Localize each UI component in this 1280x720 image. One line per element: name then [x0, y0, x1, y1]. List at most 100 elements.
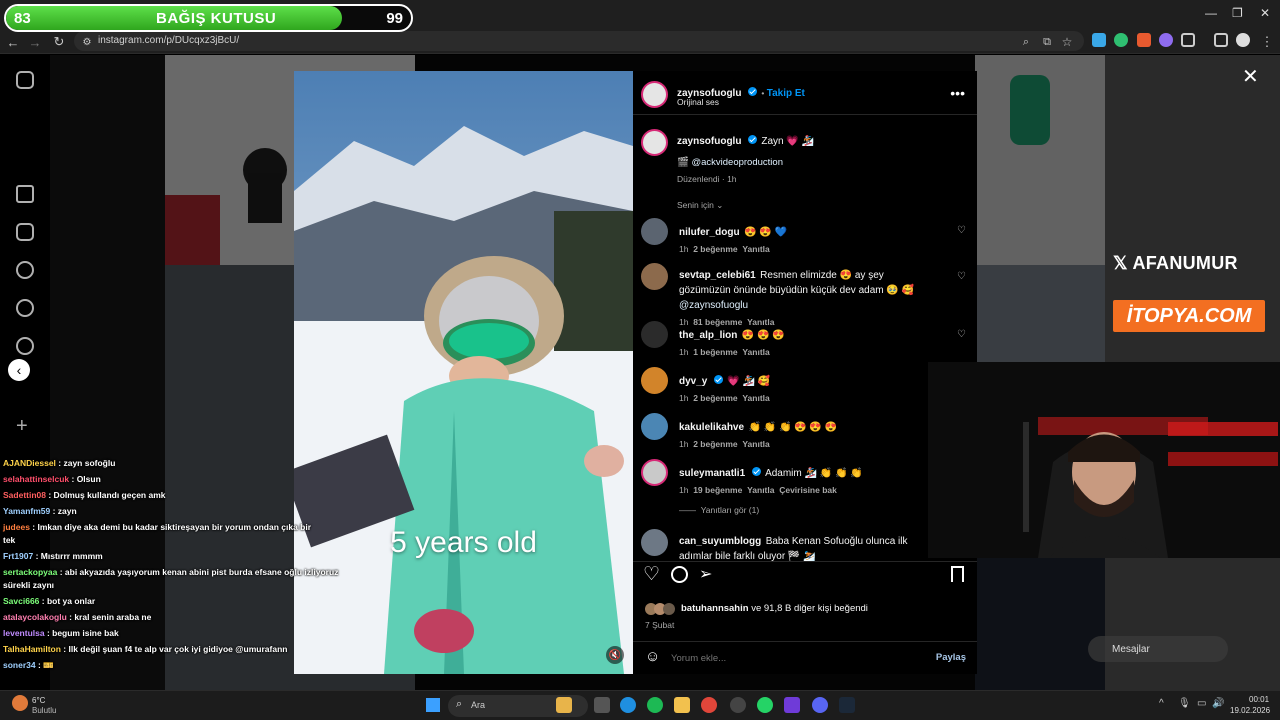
comment-username[interactable]: kakulelikahve	[679, 422, 744, 433]
extensions-puzzle-icon[interactable]	[1181, 33, 1195, 47]
task-view-icon[interactable]	[594, 697, 610, 713]
extension-icon[interactable]	[1159, 33, 1173, 47]
zoom-icon[interactable]: ⌕	[1017, 33, 1035, 51]
audio-label[interactable]: Orijinal ses	[677, 97, 719, 107]
chat-username[interactable]: Frt1907	[3, 551, 33, 561]
save-icon[interactable]	[951, 566, 964, 582]
comment-username[interactable]: nilufer_dogu	[679, 227, 740, 238]
file-explorer-icon[interactable]	[674, 697, 690, 713]
tab-search-icon[interactable]	[1214, 33, 1228, 47]
chat-username[interactable]: AJANDiessel	[3, 458, 56, 468]
comment-avatar[interactable]	[641, 263, 668, 290]
comment-likes[interactable]: 19 beğenme	[693, 485, 742, 495]
back-icon[interactable]: ←	[4, 33, 22, 51]
extension-icon[interactable]	[1114, 33, 1128, 47]
forward-icon[interactable]: →	[26, 33, 44, 51]
caption-avatar[interactable]	[641, 129, 668, 156]
chat-username[interactable]: soner34	[3, 660, 36, 670]
comment-likes[interactable]: 2 beğenme	[693, 244, 737, 254]
chat-username[interactable]: leventulsa	[3, 628, 45, 638]
install-icon[interactable]: ⧉	[1038, 33, 1056, 51]
reply-button[interactable]: Yanıtla	[742, 347, 769, 357]
comment-icon[interactable]	[671, 566, 688, 583]
site-info-icon[interactable]: ⚙	[78, 33, 96, 51]
reels-icon[interactable]	[16, 223, 34, 241]
steam-icon[interactable]	[839, 697, 855, 713]
microphone-icon[interactable]: 🎙	[1178, 698, 1191, 709]
sort-dropdown[interactable]: Senin için ⌄	[677, 200, 723, 211]
like-comment-icon[interactable]: ♡	[957, 271, 967, 282]
app-icon[interactable]	[784, 697, 800, 713]
create-icon[interactable]: +	[16, 415, 34, 437]
spotify-icon[interactable]	[647, 697, 663, 713]
comment-avatar[interactable]	[641, 459, 668, 486]
profile-avatar[interactable]	[1236, 33, 1250, 47]
clock-date[interactable]: 19.02.2026	[1230, 706, 1270, 715]
chat-username[interactable]: selahattinselcuk	[3, 474, 69, 484]
window-close-icon[interactable]: ✕	[1260, 6, 1270, 20]
messages-button[interactable]: Mesajlar	[1088, 636, 1228, 662]
bookmark-star-icon[interactable]: ☆	[1058, 33, 1076, 51]
comment-avatar[interactable]	[641, 321, 668, 348]
post-video[interactable]	[294, 71, 633, 674]
credit-mention[interactable]: @ackvideoproduction	[691, 157, 783, 168]
widget-icon[interactable]	[556, 697, 572, 713]
author-avatar[interactable]	[641, 81, 668, 108]
likes-summary[interactable]: batuhannsahin ve 91,8 B diğer kişi beğen…	[681, 603, 868, 614]
like-comment-icon[interactable]: ♡	[957, 225, 967, 236]
like-icon[interactable]: ♡	[643, 563, 660, 586]
chat-username[interactable]: sertackopyaa	[3, 567, 57, 577]
volume-icon[interactable]: 🔊	[1212, 698, 1224, 709]
minimize-icon[interactable]: —	[1205, 6, 1217, 20]
reply-button[interactable]: Yanıtla	[742, 439, 769, 449]
comment-input[interactable]	[671, 650, 901, 666]
chat-username[interactable]: TalhaHamilton	[3, 644, 61, 654]
comment-username[interactable]: the_alp_lion	[679, 330, 737, 341]
mute-icon[interactable]: 🔇	[606, 646, 624, 664]
follow-button[interactable]: Takip Et	[767, 88, 805, 99]
comment-username[interactable]: dyv_y	[679, 376, 707, 387]
comment-username[interactable]: can_suyumblogg	[679, 536, 761, 547]
comment-likes[interactable]: 2 beğenme	[693, 393, 737, 403]
comment-avatar[interactable]	[641, 218, 668, 245]
maximize-icon[interactable]: ❐	[1232, 6, 1243, 20]
search-icon[interactable]	[16, 299, 34, 317]
tray-overflow-icon[interactable]: ^	[1159, 698, 1164, 709]
windows-start-icon[interactable]	[426, 698, 440, 712]
clock-time[interactable]: 00:01	[1249, 695, 1269, 704]
chat-username[interactable]: atalaycolakoglu	[3, 612, 67, 622]
send-icon[interactable]	[16, 261, 34, 279]
reply-button[interactable]: Yanıtla	[742, 393, 769, 403]
share-icon[interactable]: ➢	[699, 564, 712, 584]
like-comment-icon[interactable]: ♡	[957, 329, 967, 340]
app-icon[interactable]	[730, 697, 746, 713]
previous-post-button[interactable]: ‹	[8, 359, 30, 381]
edge-icon[interactable]	[620, 697, 636, 713]
reply-button[interactable]: Yanıtla	[747, 485, 774, 495]
close-modal-icon[interactable]: ✕	[1242, 64, 1259, 89]
chat-username[interactable]: Savci666	[3, 596, 39, 606]
chat-username[interactable]: Yamanfm59	[3, 506, 50, 516]
emoji-icon[interactable]: ☺	[645, 648, 660, 665]
reload-icon[interactable]: ↻	[50, 33, 68, 51]
comment-username[interactable]: sevtap_celebi61	[679, 270, 756, 281]
menu-kebab-icon[interactable]: ⋮	[1258, 33, 1276, 51]
extension-icon[interactable]	[1092, 33, 1106, 47]
comment-mention[interactable]: @zaynsofuoglu	[679, 300, 748, 311]
comment-avatar[interactable]	[641, 529, 668, 556]
whatsapp-icon[interactable]	[757, 697, 773, 713]
discord-icon[interactable]	[812, 697, 828, 713]
weather-icon[interactable]	[12, 695, 28, 711]
network-icon[interactable]: ▭	[1197, 698, 1206, 709]
instagram-logo-icon[interactable]	[16, 71, 34, 89]
post-comment-button[interactable]: Paylaş	[936, 652, 966, 663]
more-options-icon[interactable]: •••	[950, 85, 965, 101]
extension-icon[interactable]	[1137, 33, 1151, 47]
caption-credit[interactable]: 🎬 @ackvideoproduction	[677, 157, 783, 168]
chat-username[interactable]: Sadettin08	[3, 490, 46, 500]
reply-button[interactable]: Yanıtla	[742, 244, 769, 254]
comment-avatar[interactable]	[641, 413, 668, 440]
translate-button[interactable]: Çevirisine bak	[779, 485, 837, 495]
home-icon[interactable]	[16, 185, 34, 203]
liked-by-username[interactable]: batuhannsahin	[681, 603, 749, 614]
